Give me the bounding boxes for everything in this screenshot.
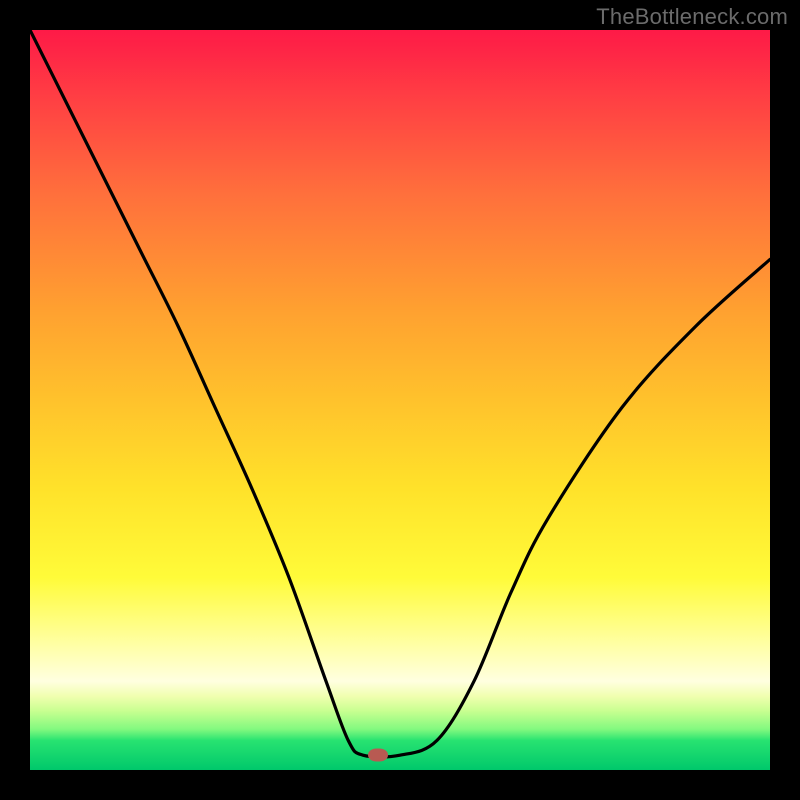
watermark-text: TheBottleneck.com (596, 4, 788, 30)
optimal-marker (368, 749, 388, 762)
chart-frame: TheBottleneck.com (0, 0, 800, 800)
bottleneck-curve (30, 30, 770, 770)
